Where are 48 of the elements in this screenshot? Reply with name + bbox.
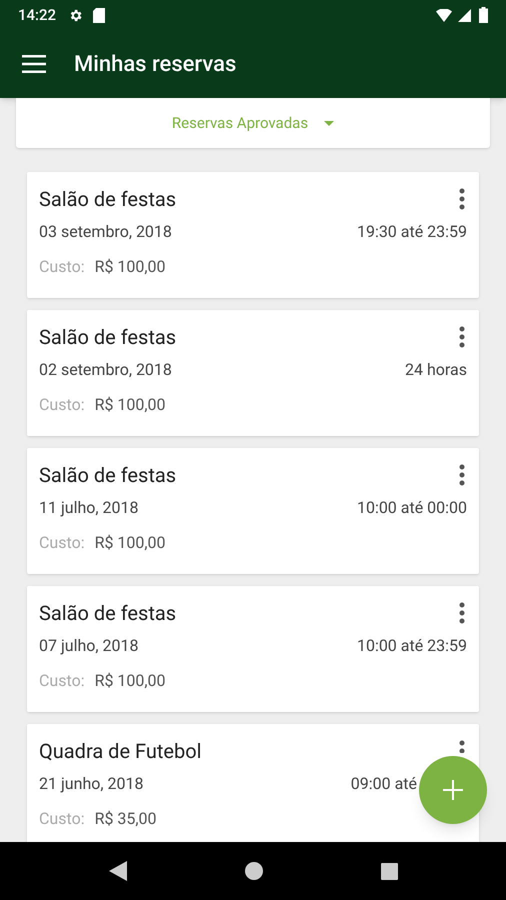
menu-icon[interactable] bbox=[22, 55, 46, 73]
reservation-card[interactable]: Quadra de Futebol 21 junho, 2018 09:00 até Custo: R$ 35,00 bbox=[27, 724, 479, 842]
reservation-time: 10:00 até 00:00 bbox=[356, 497, 467, 519]
more-options-icon[interactable] bbox=[459, 188, 465, 210]
reservation-title: Salão de festas bbox=[39, 186, 176, 213]
cost-value: R$ 100,00 bbox=[94, 532, 166, 554]
sd-card-icon bbox=[93, 8, 106, 22]
reservation-time: 10:00 até 23:59 bbox=[356, 635, 467, 657]
cost-label: Custo: bbox=[39, 670, 85, 692]
app-title: Minhas reservas bbox=[74, 50, 236, 78]
more-options-icon[interactable] bbox=[459, 464, 465, 486]
reservation-title: Salão de festas bbox=[39, 324, 176, 351]
more-options-icon[interactable] bbox=[459, 740, 465, 753]
cost-value: R$ 100,00 bbox=[94, 256, 166, 278]
reservation-time: 09:00 até bbox=[350, 773, 417, 795]
gear-icon bbox=[68, 8, 84, 22]
reservation-time: 19:30 até 23:59 bbox=[356, 221, 467, 243]
wifi-icon bbox=[436, 8, 452, 22]
back-icon[interactable] bbox=[108, 861, 126, 881]
reservation-date: 02 setembro, 2018 bbox=[39, 359, 172, 381]
status-time: 14:22 bbox=[18, 4, 56, 26]
reservation-date: 07 julho, 2018 bbox=[39, 635, 139, 657]
battery-icon bbox=[479, 7, 488, 23]
reservation-date: 21 junho, 2018 bbox=[39, 773, 144, 795]
reservation-title: Salão de festas bbox=[39, 462, 176, 489]
reservation-time: 24 horas bbox=[405, 359, 467, 381]
more-options-icon[interactable] bbox=[459, 326, 465, 348]
cost-value: R$ 100,00 bbox=[94, 670, 166, 692]
reservation-date: 11 julho, 2018 bbox=[39, 497, 139, 519]
plus-icon bbox=[443, 780, 463, 800]
reservation-card[interactable]: Salão de festas 11 julho, 2018 10:00 até 00:00 Custo: R$ 100,00 bbox=[27, 448, 479, 574]
cost-label: Custo: bbox=[39, 532, 85, 554]
reservation-card[interactable]: Salão de festas 07 julho, 2018 10:00 até 23:59 Custo: R$ 100,00 bbox=[27, 586, 479, 712]
dropdown-arrow-icon bbox=[324, 120, 334, 126]
cost-value: R$ 35,00 bbox=[94, 808, 157, 830]
cost-value: R$ 100,00 bbox=[94, 394, 166, 416]
reservation-title: Salão de festas bbox=[39, 600, 176, 627]
recents-icon[interactable] bbox=[380, 862, 398, 880]
signal-icon bbox=[458, 8, 471, 22]
cost-label: Custo: bbox=[39, 808, 85, 830]
more-options-icon[interactable] bbox=[459, 602, 465, 624]
cost-label: Custo: bbox=[39, 256, 85, 278]
reservation-date: 03 setembro, 2018 bbox=[39, 221, 172, 243]
cost-label: Custo: bbox=[39, 394, 85, 416]
reservation-card[interactable]: Salão de festas 02 setembro, 2018 24 horas Custo: R$ 100,00 bbox=[27, 310, 479, 436]
home-icon[interactable] bbox=[244, 862, 262, 880]
reservation-title: Quadra de Futebol bbox=[39, 738, 202, 765]
reservation-card[interactable]: Salão de festas 03 setembro, 2018 19:30 até 23:59 Custo: R$ 100,00 bbox=[27, 172, 479, 298]
